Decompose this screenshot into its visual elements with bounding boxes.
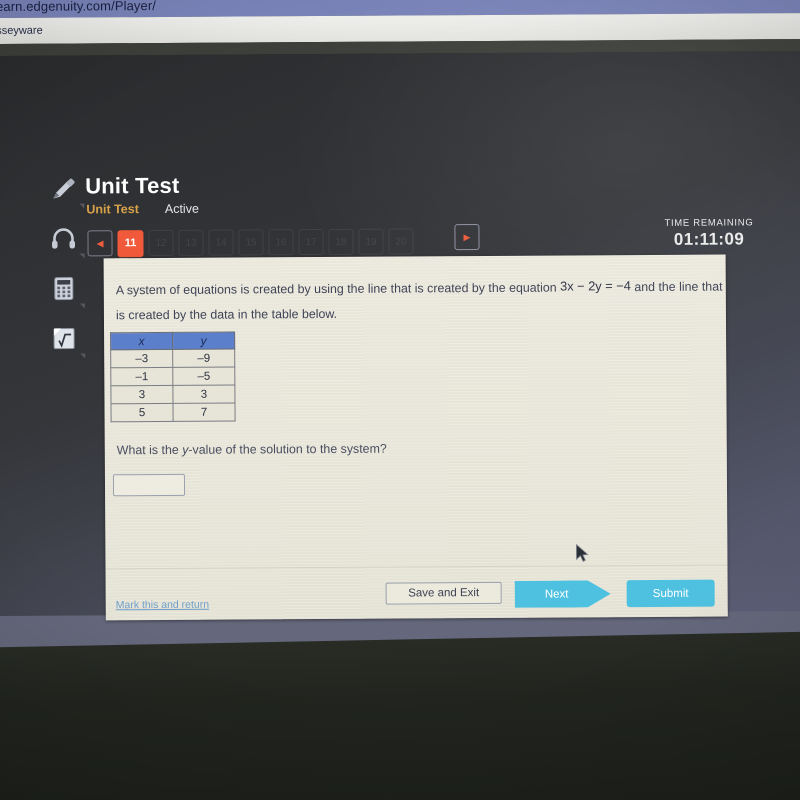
table-cell-x: 3 <box>110 385 173 404</box>
status-badge: Active <box>164 201 199 216</box>
table-row: –1 –5 <box>110 367 235 386</box>
headphones-icon <box>52 228 76 249</box>
table-cell-x: –3 <box>110 349 173 368</box>
tool-read-aloud[interactable] <box>40 215 86 261</box>
screen-content: earn.edgenuity.com/Player/ sseyware Unit… <box>0 0 800 636</box>
question-prompt: What is the y-value of the solution to t… <box>117 442 387 458</box>
breadcrumb-unit-test[interactable]: Unit Test <box>86 202 139 216</box>
edgenuity-player: Unit Test Unit Test Active ◀ 11 12 13 14… <box>0 51 800 621</box>
tool-highlighter[interactable] <box>40 165 86 211</box>
table-row: 3 3 <box>110 385 235 404</box>
page-title: Unit Test <box>85 172 180 199</box>
nav-question-16[interactable]: 16 <box>268 229 294 256</box>
nav-prev-button[interactable]: ◀ <box>87 230 113 257</box>
table-cell-y: 3 <box>172 385 235 404</box>
calculator-icon <box>54 277 74 301</box>
table-header-y: y <box>172 332 235 350</box>
table-row: –3 –9 <box>110 349 235 368</box>
nav-question-20[interactable]: 20 <box>388 228 414 255</box>
nav-question-14[interactable]: 14 <box>208 229 234 256</box>
tool-calculator[interactable] <box>41 265 87 311</box>
data-table: x y –3 –9 –1 –5 3 3 5 7 <box>110 332 236 423</box>
mark-this-and-return-link[interactable]: Mark this and return <box>116 599 209 612</box>
formula-icon <box>53 328 75 350</box>
table-cell-y: 7 <box>172 403 236 422</box>
equation-inline: 3x − 2y = −4 <box>560 278 631 294</box>
card-footer: Mark this and return Save and Exit Next … <box>105 564 728 621</box>
photo-of-laptop-screen: earn.edgenuity.com/Player/ sseyware Unit… <box>0 0 800 800</box>
nav-question-15[interactable]: 15 <box>238 229 264 256</box>
assignment-subbar: Unit Test Active <box>86 202 199 217</box>
nav-question-11[interactable]: 11 <box>117 229 144 257</box>
nav-question-17[interactable]: 17 <box>298 228 324 256</box>
highlighter-icon <box>53 178 75 199</box>
nav-question-12[interactable]: 12 <box>148 229 174 257</box>
time-remaining-label: TIME REMAINING <box>664 217 754 229</box>
nav-question-18[interactable]: 18 <box>328 228 354 255</box>
submit-button[interactable]: Submit <box>626 579 715 608</box>
table-cell-y: –9 <box>172 349 235 368</box>
question-prompt-part1: What is the <box>116 442 183 458</box>
nav-next-button[interactable]: ▶ <box>454 224 480 251</box>
table-cell-y: –5 <box>172 367 235 386</box>
table-row: 5 7 <box>110 403 236 422</box>
answer-input[interactable] <box>112 473 186 497</box>
nav-question-13[interactable]: 13 <box>178 229 204 256</box>
question-stem: A system of equations is created by usin… <box>116 273 726 329</box>
time-remaining: TIME REMAINING 01:11:09 <box>664 217 753 250</box>
question-stem-part1: A system of equations is created by usin… <box>115 280 557 298</box>
table-header-row: x y <box>110 332 235 350</box>
time-remaining-value: 01:11:09 <box>673 229 745 249</box>
table-cell-x: –1 <box>110 367 173 386</box>
question-navigation: ◀ 11 12 13 14 15 16 17 18 19 20 <box>87 227 487 257</box>
question-card: A system of equations is created by usin… <box>103 254 728 621</box>
table-cell-x: 5 <box>110 403 174 422</box>
save-and-exit-button[interactable]: Save and Exit <box>385 581 502 605</box>
next-button[interactable]: Next <box>515 580 611 608</box>
tool-formula-sheet[interactable] <box>41 315 87 361</box>
nav-question-19[interactable]: 19 <box>358 228 384 255</box>
question-prompt-part2: -value of the solution to the system? <box>188 441 387 457</box>
table-header-x: x <box>110 332 173 350</box>
